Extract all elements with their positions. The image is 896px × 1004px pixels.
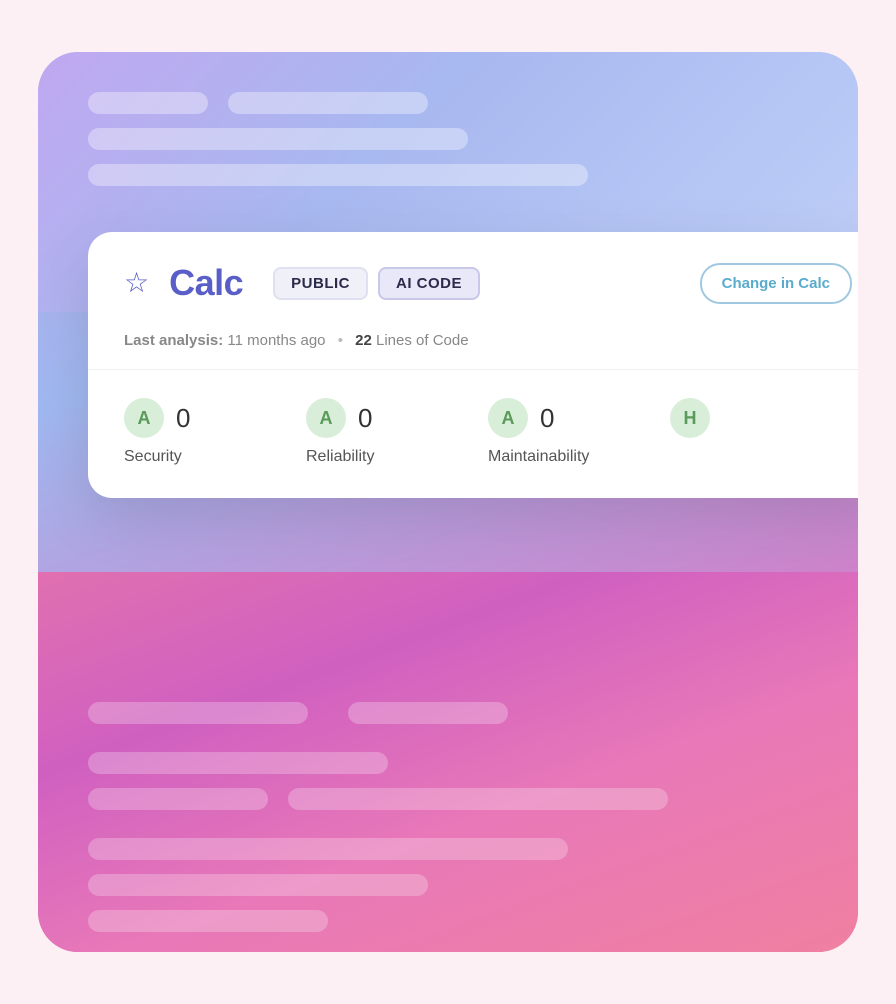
last-analysis-label: Last analysis: xyxy=(124,332,223,349)
star-icon[interactable]: ☆ xyxy=(124,269,149,297)
reliability-grade-badge: A xyxy=(306,398,346,438)
project-title: Calc xyxy=(169,262,243,304)
reliability-metric: A 0 Reliability xyxy=(306,398,488,466)
skeleton-line-4 xyxy=(88,164,588,186)
extra-metric: H xyxy=(670,398,852,466)
security-metric: A 0 Security xyxy=(124,398,306,466)
bottom-skeleton-6 xyxy=(88,874,428,896)
card-header: ☆ Calc PUBLIC AI CODE Change in Calc xyxy=(88,232,858,332)
skeleton-line-2 xyxy=(228,92,428,114)
skeleton-line-3 xyxy=(88,128,468,150)
project-card: ☆ Calc PUBLIC AI CODE Change in Calc Las… xyxy=(88,232,858,498)
reliability-label: Reliability xyxy=(306,448,374,466)
lines-count: 22 xyxy=(355,332,372,349)
extra-grade-badge: H xyxy=(670,398,710,438)
metrics-row: A 0 Security A 0 Reliability A 0 Main xyxy=(88,370,858,498)
security-grade-badge: A xyxy=(124,398,164,438)
bottom-skeleton-4a xyxy=(88,788,268,810)
lines-of-code-label: Lines of Code xyxy=(376,332,469,349)
bottom-skeleton-2 xyxy=(348,702,508,724)
bottom-skeleton-3 xyxy=(88,752,388,774)
badge-group: PUBLIC AI CODE xyxy=(273,267,480,300)
reliability-value: 0 xyxy=(358,403,372,434)
public-badge: PUBLIC xyxy=(273,267,368,300)
bottom-skeleton-1 xyxy=(88,702,308,724)
bottom-skeleton-5 xyxy=(88,838,568,860)
change-button[interactable]: Change in Calc xyxy=(700,263,852,304)
ai-code-badge: AI CODE xyxy=(378,267,480,300)
reliability-grade-row: A 0 xyxy=(306,398,372,438)
extra-grade-row: H xyxy=(670,398,710,438)
maintainability-label: Maintainability xyxy=(488,448,589,466)
security-value: 0 xyxy=(176,403,190,434)
bottom-skeleton-4b xyxy=(288,788,668,810)
bottom-skeleton-7 xyxy=(88,910,328,932)
maintainability-value: 0 xyxy=(540,403,554,434)
card-meta: Last analysis: 11 months ago • 22 Lines … xyxy=(88,332,858,370)
bottom-section xyxy=(38,572,858,952)
maintainability-grade-row: A 0 xyxy=(488,398,554,438)
maintainability-metric: A 0 Maintainability xyxy=(488,398,670,466)
security-grade-row: A 0 xyxy=(124,398,190,438)
security-label: Security xyxy=(124,448,182,466)
skeleton-line-1 xyxy=(88,92,208,114)
separator-dot: • xyxy=(338,332,343,349)
main-container: ☆ Calc PUBLIC AI CODE Change in Calc Las… xyxy=(38,52,858,952)
maintainability-grade-badge: A xyxy=(488,398,528,438)
analysis-time-value: 11 months ago xyxy=(227,332,325,349)
